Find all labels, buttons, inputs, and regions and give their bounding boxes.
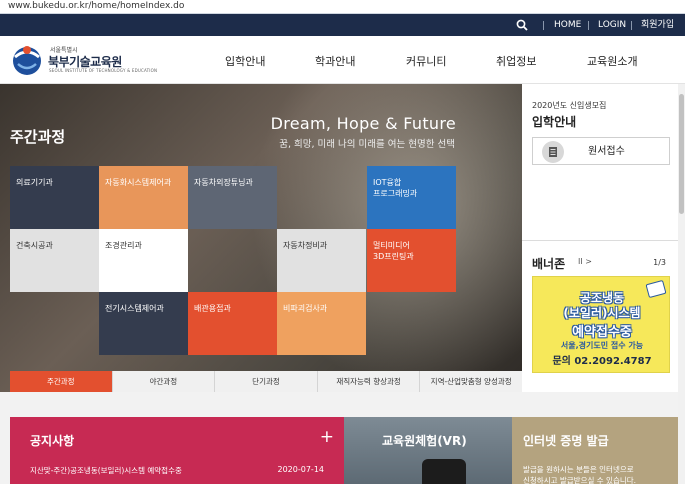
nav-departments[interactable]: 학과안내 (315, 36, 355, 88)
divider (631, 21, 632, 30)
nav-jobs[interactable]: 취업정보 (496, 36, 536, 88)
notice-item[interactable]: 지산맞-주간)공조냉동(보일러)시스템 예약접수중 (30, 465, 182, 476)
cert-desc-2: 신청하시고 발급받으실 수 있습니다. (523, 476, 637, 484)
cert-title: 인터넷 증명 발급 (523, 434, 609, 448)
notice-date: 2020-07-14 (277, 465, 325, 474)
divider (522, 240, 678, 241)
tile-car-maintenance[interactable]: 자동차정비과 (277, 229, 366, 292)
login-link[interactable]: LOGIN (598, 14, 626, 36)
top-utility-bar: HOME LOGIN 회원가입 (0, 14, 685, 36)
tab-night-course[interactable]: 야간과정 (112, 371, 216, 392)
vr-title: 교육원체험(VR) (382, 434, 467, 448)
promo-banner[interactable]: 공조냉동 (보일러)시스템 예약접수중 서울,경기도민 접수 가능 문의 02.… (532, 276, 670, 373)
tile-car-tuning[interactable]: 자동차외장튜닝과 (188, 166, 277, 229)
divider (543, 21, 544, 30)
tab-regional-course[interactable]: 지역-산업맞춤형 양성과정 (420, 371, 522, 392)
tile-medical-devices[interactable]: 의료기기과 (10, 166, 99, 229)
tile-multimedia-3d[interactable]: 멀티미디어 3D프린팅과 (367, 229, 456, 292)
tab-short-course[interactable]: 단기과정 (215, 371, 318, 392)
apply-label: 원서접수 (588, 146, 625, 157)
phone-image (422, 459, 466, 484)
hero-slogan: Dream, Hope & Future (270, 114, 456, 133)
notice-card: 공지사항 + 지산맞-주간)공조냉동(보일러)시스템 예약접수중 2020-07… (10, 417, 344, 484)
tile-landscaping[interactable]: 조경관리과 (99, 229, 188, 292)
banner-line-2: (보일러)시스템 (563, 306, 641, 320)
vr-card[interactable]: 교육원체험(VR) (344, 417, 512, 484)
notice-title: 공지사항 (30, 434, 75, 448)
nav-about[interactable]: 교육원소개 (587, 36, 638, 88)
tile-ndt[interactable]: 비파괴검사과 (277, 292, 366, 355)
hero-section: 주간과정 Dream, Hope & Future 꿈, 희망, 미래 나의 미… (0, 84, 522, 392)
join-link[interactable]: 회원가입 (641, 14, 674, 36)
admission-subtitle: 2020년도 신입생모집 (532, 101, 607, 110)
search-icon[interactable] (516, 19, 528, 31)
banner-line-3: 예약접수중 (572, 325, 632, 340)
tile-electrical-control[interactable]: 전기시스템제어과 (99, 292, 188, 355)
certificate-card[interactable]: 인터넷 증명 발급 발급을 원하시는 분들은 인터넷으로 신청하시고 발급받으실… (512, 417, 678, 484)
hero-subtitle: 꿈, 희망, 미래 나의 미래를 여는 현명한 선택 (279, 139, 455, 150)
cert-desc-1: 발급을 원하시는 분들은 인터넷으로 (523, 465, 634, 474)
document-icon (542, 141, 564, 163)
banner-line-4: 서울,경기도민 접수 가능 (560, 341, 644, 350)
admission-title: 입학안내 (532, 115, 577, 129)
hero-title: 주간과정 (10, 128, 66, 146)
tab-day-course[interactable]: 주간과정 (10, 371, 113, 392)
tile-iot-programming[interactable]: IOT융합 프로그래밍과 (367, 166, 456, 229)
nav-admission[interactable]: 입학안내 (225, 36, 265, 88)
nav-community[interactable]: 커뮤니티 (406, 36, 446, 88)
home-link[interactable]: HOME (554, 14, 581, 36)
tile-automation-control[interactable]: 자동화시스템제어과 (99, 166, 188, 229)
divider (588, 21, 589, 30)
banner-page-indicator: 1/3 (653, 258, 666, 267)
banner-controls[interactable]: II > (578, 257, 592, 266)
bannerzone-title: 배너존 (532, 257, 566, 271)
browser-address-bar[interactable]: www.bukedu.or.kr/home/homeIndex.do (0, 0, 685, 14)
banner-phone: 문의 02.2092.4787 (552, 356, 652, 367)
more-icon[interactable]: + (320, 427, 334, 447)
logo-english: SEOUL INSTITUTE OF TECHNOLOGY & EDUCATIO… (49, 68, 158, 73)
course-tabs: 주간과정 야간과정 단기과정 재직자능력 향상과정 지역-산업맞춤형 양성과정 (10, 371, 522, 392)
tile-construction[interactable]: 건축시공과 (10, 229, 99, 292)
tile-pipe-welding[interactable]: 배관용접과 (188, 292, 277, 355)
tab-incumbent-course[interactable]: 재직자능력 향상과정 (317, 371, 421, 392)
site-header: 서울특별시 북부기술교육원 SEOUL INSTITUTE OF TECHNOL… (0, 36, 685, 84)
scrollbar-thumb[interactable] (679, 94, 684, 214)
scrollbar[interactable] (678, 84, 685, 484)
right-panel: 2020년도 신입생모집 입학안내 원서접수 배너존 II > 1/3 공조냉동… (522, 84, 678, 392)
logo-icon[interactable] (10, 42, 44, 76)
apply-button[interactable]: 원서접수 (532, 137, 670, 165)
